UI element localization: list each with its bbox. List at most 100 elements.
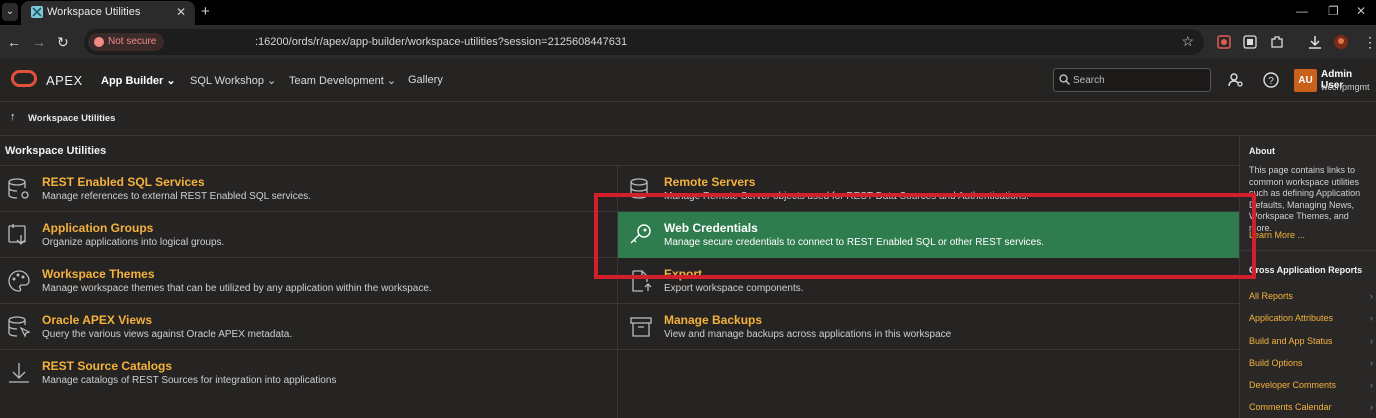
back-icon[interactable]: ← — [7, 34, 21, 50]
card-export[interactable]: Export ... Export workspace components. — [618, 258, 1239, 304]
bookmark-star-icon[interactable]: ☆ — [1181, 33, 1194, 50]
administration-icon[interactable] — [1228, 72, 1244, 88]
app-group-icon — [8, 224, 26, 245]
chevron-right-icon: › — [1370, 358, 1373, 368]
about-text: This page contains links to common works… — [1249, 165, 1361, 233]
not-secure-label: Not secure — [108, 36, 157, 47]
card-description: Manage catalogs of REST Sources for inte… — [42, 375, 337, 386]
divider — [1240, 250, 1376, 251]
apex-brand[interactable]: APEX — [46, 73, 83, 88]
apex-header: APEX App Builder ⌄ SQL Workshop ⌄ Team D… — [0, 59, 1376, 102]
user-avatar[interactable]: AU — [1294, 69, 1317, 92]
database-gear-icon — [8, 178, 29, 199]
card-description: View and manage backups across applicati… — [664, 329, 952, 340]
database-cursor-icon — [8, 316, 31, 338]
card-title[interactable]: Web Credentials — [664, 221, 758, 235]
tab-search-button[interactable]: ⌄ — [2, 3, 18, 21]
card-manage-backups[interactable]: Manage Backups View and manage backups a… — [618, 304, 1239, 350]
card-description: Manage Remote Server objects used for RE… — [664, 191, 1030, 202]
palette-icon — [8, 270, 30, 292]
search-icon — [1059, 74, 1070, 85]
breadcrumb-current: Workspace Utilities — [28, 113, 116, 124]
card-title[interactable]: Oracle APEX Views — [42, 313, 152, 327]
learn-more-link[interactable]: Learn More ... — [1249, 230, 1305, 240]
tab-title: Workspace Utilities — [47, 6, 141, 18]
card-title[interactable]: Remote Servers — [664, 175, 755, 189]
card-title[interactable]: REST Enabled SQL Services — [42, 175, 205, 189]
about-heading: About — [1249, 146, 1275, 156]
report-link-application-attributes[interactable]: Application Attributes — [1249, 313, 1333, 323]
card-title[interactable]: Manage Backups — [664, 313, 762, 327]
card-description: Manage secure credentials to connect to … — [664, 237, 1045, 248]
forward-icon[interactable]: → — [32, 34, 46, 50]
chevron-right-icon: › — [1370, 336, 1373, 346]
puzzle-extensions-icon[interactable] — [1270, 35, 1284, 49]
card-oracle-apex-views[interactable]: Oracle APEX Views Query the various view… — [0, 304, 617, 350]
card-remote-servers[interactable]: Remote Servers Manage Remote Server obje… — [618, 166, 1239, 212]
card-description: Manage references to external REST Enabl… — [42, 191, 312, 202]
region-title: Workspace Utilities — [5, 145, 107, 157]
card-description: Manage workspace themes that can be util… — [42, 283, 432, 294]
report-link-all-reports[interactable]: All Reports — [1249, 291, 1293, 301]
warning-icon — [94, 37, 104, 47]
menu-sql-workshop[interactable]: SQL Workshop ⌄ — [190, 74, 276, 87]
profile-avatar-icon[interactable] — [1334, 35, 1348, 49]
arrow-up-icon[interactable]: ↑ — [10, 111, 16, 123]
report-link-build-options[interactable]: Build Options — [1249, 358, 1303, 368]
card-description: Organize applications into logical group… — [42, 237, 225, 248]
archive-icon — [630, 317, 652, 337]
sidebar: About This page contains links to common… — [1239, 136, 1376, 418]
card-rest-enabled-sql[interactable]: REST Enabled SQL Services Manage referen… — [0, 166, 617, 212]
new-tab-button[interactable]: + — [201, 3, 210, 20]
search-input[interactable]: Search — [1053, 68, 1211, 92]
chevron-right-icon: › — [1370, 291, 1373, 301]
report-link-build-app-status[interactable]: Build and App Status — [1249, 336, 1333, 346]
card-title[interactable]: REST Source Catalogs — [42, 359, 172, 373]
minimize-icon[interactable]: — — [1296, 4, 1308, 18]
browser-menu-icon[interactable]: ⋮ — [1363, 34, 1376, 51]
card-description: Export workspace components. — [664, 283, 804, 294]
chevron-right-icon: › — [1370, 402, 1373, 412]
restore-icon[interactable]: ❐ — [1328, 4, 1339, 18]
tab-close-icon[interactable]: ✕ — [176, 5, 186, 19]
address-bar: ← → ↻ Not secure :16200/ords/r/apex/app-… — [0, 25, 1376, 59]
card-application-groups[interactable]: Application Groups Organize applications… — [0, 212, 617, 258]
not-secure-badge[interactable]: Not secure — [88, 33, 165, 51]
report-link-developer-comments[interactable]: Developer Comments — [1249, 380, 1336, 390]
record-extension-icon[interactable] — [1217, 35, 1231, 49]
help-icon[interactable]: ? — [1263, 72, 1279, 88]
reports-heading: Cross Application Reports — [1249, 265, 1363, 275]
workspace-utilities-region: Workspace Utilities REST Enabled SQL Ser… — [0, 136, 1239, 418]
svg-text:?: ? — [1268, 76, 1274, 87]
card-rest-source-catalogs[interactable]: REST Source Catalogs Manage catalogs of … — [0, 350, 617, 396]
card-web-credentials[interactable]: Web Credentials Manage secure credential… — [618, 212, 1239, 258]
database-server-icon — [630, 178, 648, 199]
extension-grid-icon[interactable] — [1243, 35, 1257, 49]
menu-app-builder[interactable]: App Builder ⌄ — [101, 74, 176, 87]
card-title[interactable]: Application Groups — [42, 221, 153, 235]
user-workspace: wccrfpmgmt — [1321, 82, 1370, 92]
window-close-icon[interactable]: ✕ — [1356, 4, 1366, 18]
report-link-comments-calendar[interactable]: Comments Calendar — [1249, 402, 1332, 412]
file-export-icon — [632, 270, 652, 292]
chevron-right-icon: › — [1370, 380, 1373, 390]
apex-favicon-icon — [31, 6, 43, 18]
download-icon[interactable] — [1308, 35, 1322, 49]
key-icon — [630, 224, 651, 244]
breadcrumb: ↑ Workspace Utilities — [0, 102, 1376, 136]
card-description: Query the various views against Oracle A… — [42, 329, 293, 340]
search-placeholder: Search — [1073, 75, 1105, 86]
browser-tab-bar: ⌄ Workspace Utilities ✕ + — ❐ ✕ — [0, 0, 1376, 25]
chevron-right-icon: › — [1370, 313, 1373, 323]
card-workspace-themes[interactable]: Workspace Themes Manage workspace themes… — [0, 258, 617, 304]
browser-tab[interactable]: Workspace Utilities ✕ — [21, 1, 195, 25]
reload-icon[interactable]: ↻ — [57, 34, 69, 51]
menu-team-development[interactable]: Team Development ⌄ — [289, 74, 396, 87]
menu-gallery[interactable]: Gallery — [408, 74, 443, 86]
url-field[interactable]: Not secure :16200/ords/r/apex/app-builde… — [84, 29, 1204, 55]
download-icon — [9, 363, 29, 383]
url-text[interactable]: :16200/ords/r/apex/app-builder/workspace… — [255, 36, 627, 48]
oracle-logo-icon[interactable] — [11, 70, 37, 87]
card-title[interactable]: Workspace Themes — [42, 267, 155, 281]
card-title[interactable]: Export ... — [664, 267, 715, 281]
